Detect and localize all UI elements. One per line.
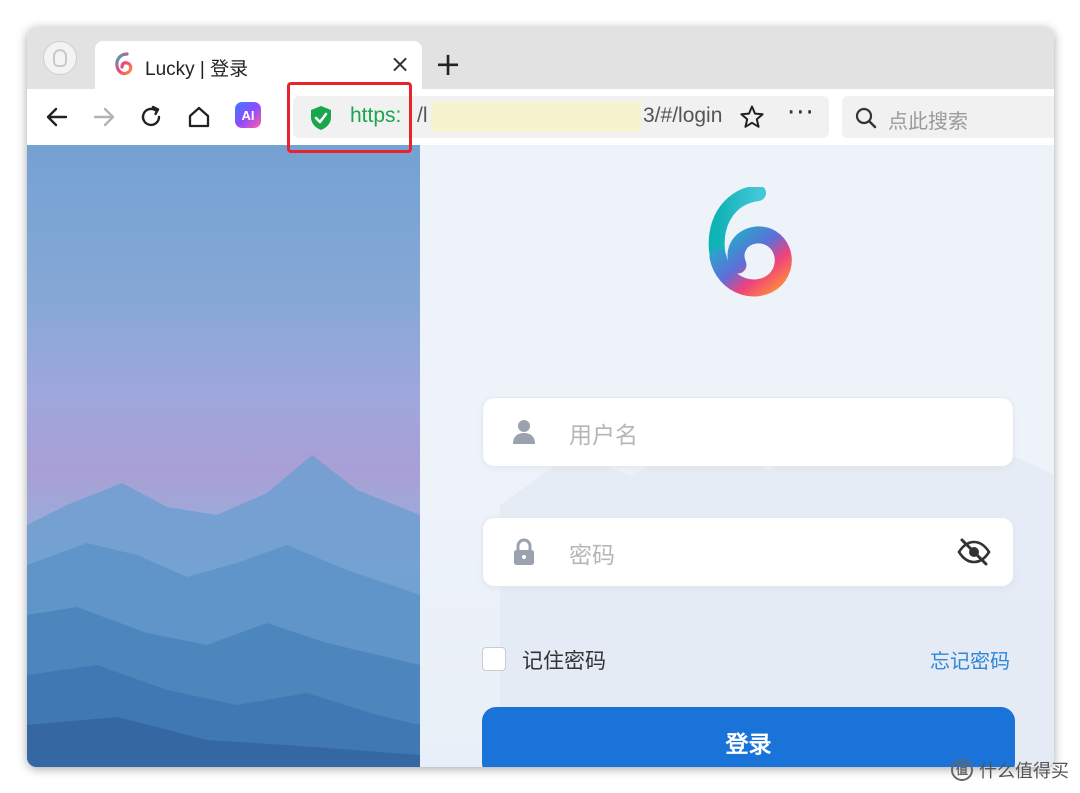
tab-title: Lucky | 登录 [145, 59, 249, 80]
address-bar[interactable]: https: /l 3/#/login ··· [293, 96, 829, 138]
remember-password-checkbox[interactable] [482, 647, 506, 671]
url-scheme: https: [350, 104, 402, 127]
ai-assistant-button[interactable]: AI [235, 102, 261, 128]
url-redaction [431, 102, 641, 132]
eye-off-icon[interactable] [957, 537, 991, 567]
url-host: /l [417, 104, 428, 127]
back-icon [46, 107, 68, 127]
page-content: 用户名 密码 记住密码 忘记密码 登录 [27, 145, 1054, 767]
user-icon [513, 420, 535, 444]
login-panel: 用户名 密码 记住密码 忘记密码 登录 [420, 145, 1054, 767]
forward-button[interactable] [86, 99, 122, 135]
reload-button[interactable] [133, 99, 169, 135]
lucky-favicon-icon [115, 52, 133, 76]
landscape-illustration [27, 145, 420, 767]
username-field[interactable]: 用户名 [482, 397, 1014, 467]
home-button[interactable] [181, 99, 217, 135]
tab-lucky-login[interactable]: Lucky | 登录 × [95, 41, 422, 89]
search-icon [855, 107, 877, 129]
lucky-logo-icon [708, 187, 792, 297]
lock-icon [514, 538, 534, 565]
back-button[interactable] [39, 99, 75, 135]
tab-strip: Lucky | 登录 × + [27, 27, 1054, 89]
tab-close-icon[interactable]: × [388, 52, 412, 76]
search-bar[interactable]: 点此搜索 [842, 96, 1054, 138]
new-tab-button[interactable]: + [431, 48, 465, 83]
password-input[interactable]: 密码 [569, 536, 615, 570]
profile-avatar[interactable] [43, 41, 77, 75]
mountains-illustration [27, 455, 420, 767]
more-menu-button[interactable]: ··· [787, 98, 815, 128]
forgot-password-link[interactable]: 忘记密码 [930, 645, 1010, 674]
watermark-logo-icon: 值 [951, 759, 973, 781]
site-watermark: 值 什么值得买 [951, 756, 1069, 784]
login-button[interactable]: 登录 [482, 707, 1015, 767]
forward-icon [93, 107, 115, 127]
home-icon [188, 106, 210, 128]
shield-check-icon [311, 106, 331, 130]
star-icon[interactable] [739, 104, 765, 130]
browser-window: Lucky | 登录 × + AI https: /l 3/#/login ··… [27, 27, 1054, 767]
browser-toolbar: AI https: /l 3/#/login ··· 点此搜索 [27, 89, 1054, 145]
password-field[interactable]: 密码 [482, 517, 1014, 587]
search-placeholder: 点此搜索 [888, 109, 968, 133]
reload-icon [141, 105, 161, 127]
username-input[interactable]: 用户名 [569, 416, 638, 450]
url-path: 3/#/login [643, 104, 723, 127]
remember-password-label[interactable]: 记住密码 [522, 645, 606, 675]
watermark-text: 什么值得买 [979, 761, 1069, 782]
